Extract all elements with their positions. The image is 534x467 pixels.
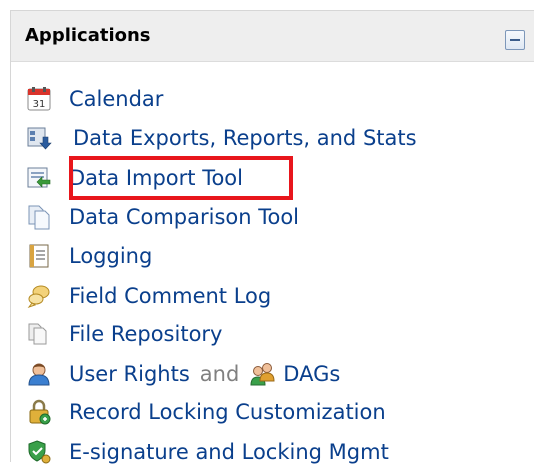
applications-panel: Applications <box>10 10 534 462</box>
shield-check-icon <box>26 439 52 465</box>
menu-item-label[interactable]: Logging <box>69 244 152 268</box>
menu-item-label[interactable]: Data Exports, Reports, and Stats <box>73 126 417 150</box>
menu-item-label[interactable]: User Rights <box>69 362 190 386</box>
menu-item-data-comparison[interactable]: Data Comparison Tool <box>26 202 299 232</box>
menu-item-logging[interactable]: Logging <box>26 241 152 271</box>
menu-item-label[interactable]: Record Locking Customization <box>69 400 386 424</box>
menu-item-label[interactable]: Field Comment Log <box>69 284 271 308</box>
menu-item-label[interactable]: Calendar <box>69 87 163 111</box>
data-import-icon <box>26 165 52 191</box>
documents-icon <box>26 204 52 230</box>
comment-balloon-icon <box>26 283 52 309</box>
panel-header: Applications <box>11 11 534 62</box>
file-repository-icon <box>26 321 52 347</box>
menu-item-label[interactable]: File Repository <box>69 322 222 346</box>
menu-item-label-dags[interactable]: DAGs <box>283 362 340 386</box>
svg-text:31: 31 <box>33 99 46 110</box>
menu-item-calendar[interactable]: 31 Calendar <box>26 84 163 114</box>
calendar-icon: 31 <box>26 86 52 112</box>
menu-item-label[interactable]: Data Comparison Tool <box>69 205 299 229</box>
menu-item-e-signature[interactable]: E-signature and Locking Mgmt <box>26 437 389 467</box>
menu-item-data-exports[interactable]: Data Exports, Reports, and Stats <box>26 123 417 153</box>
panel-title: Applications <box>25 25 151 46</box>
highlight-annotation <box>69 156 293 200</box>
group-icon <box>249 361 275 387</box>
menu-item-field-comment-log[interactable]: Field Comment Log <box>26 281 271 311</box>
menu-item-file-repository[interactable]: File Repository <box>26 319 222 349</box>
data-export-icon <box>26 125 52 151</box>
menu-item-record-locking[interactable]: Record Locking Customization <box>26 397 386 427</box>
log-icon <box>26 243 52 269</box>
joiner-text: and <box>199 362 240 386</box>
collapse-button[interactable] <box>505 30 525 50</box>
menu-item-user-rights[interactable]: User Rights and DAGs <box>26 359 340 389</box>
user-icon <box>26 361 52 387</box>
lock-icon <box>26 399 52 425</box>
menu-item-label[interactable]: E-signature and Locking Mgmt <box>69 440 389 464</box>
